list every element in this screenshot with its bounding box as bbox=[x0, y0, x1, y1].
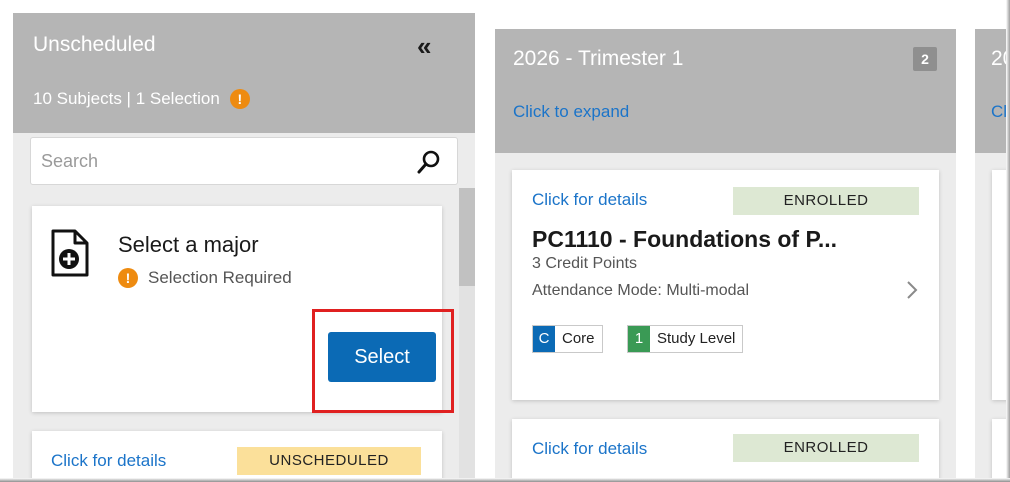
trimester-title: 2026 - Trimester 1 bbox=[513, 47, 684, 70]
enrolled-badge: ENROLLED bbox=[733, 434, 919, 462]
search-box bbox=[30, 137, 458, 185]
study-level-tag-code: 1 bbox=[628, 326, 650, 352]
subject-count-badge: 2 bbox=[913, 47, 937, 71]
trimester-column: 2026 - Trimester 1 2 Click to expand Cli… bbox=[495, 29, 956, 482]
frame-shadow-right bbox=[1006, 0, 1010, 482]
chevron-right-icon[interactable] bbox=[904, 278, 920, 302]
core-tag-label: Core bbox=[562, 330, 595, 347]
click-for-details-link[interactable]: Click for details bbox=[532, 190, 647, 210]
subject-card[interactable]: Click for details ENROLLED PC1110 - Foun… bbox=[512, 170, 939, 400]
study-level-tag-label: Study Level bbox=[657, 330, 736, 347]
core-tag-code: C bbox=[533, 326, 555, 352]
enrolled-badge: ENROLLED bbox=[733, 187, 919, 215]
select-major-card: Select a major ! Selection Required Sele… bbox=[32, 206, 454, 413]
selection-required-text: Selection Required bbox=[148, 268, 292, 287]
unscheduled-summary-text: 10 Subjects | 1 Selection bbox=[33, 89, 220, 108]
click-for-details-link[interactable]: Click for details bbox=[532, 439, 647, 459]
frame-shadow-bottom bbox=[0, 478, 1010, 482]
search-input[interactable] bbox=[31, 138, 401, 184]
unscheduled-column: Unscheduled « 10 Subjects | 1 Selection … bbox=[13, 13, 475, 478]
collapse-double-chevron-icon[interactable]: « bbox=[417, 31, 432, 62]
selection-required-status: ! Selection Required bbox=[118, 268, 292, 288]
warning-icon: ! bbox=[118, 268, 138, 288]
trimester-header: 2026 - Trimester 1 2 Click to expand bbox=[495, 29, 956, 153]
next-trimester-header: 20 Cl bbox=[975, 29, 1006, 153]
search-icon[interactable] bbox=[415, 148, 443, 176]
next-trimester-title: 20 bbox=[991, 47, 1006, 70]
click-for-details-link[interactable]: Click for details bbox=[51, 451, 166, 471]
core-tag: C Core bbox=[532, 325, 603, 353]
next-subject-card[interactable] bbox=[992, 170, 1006, 400]
unscheduled-subject-card: Click for details UNSCHEDULED bbox=[32, 431, 442, 478]
click-to-expand-link[interactable]: Click to expand bbox=[513, 102, 629, 122]
next-click-to-expand-link[interactable]: Cl bbox=[991, 102, 1006, 122]
document-plus-icon bbox=[51, 229, 89, 277]
warning-icon: ! bbox=[229, 89, 250, 109]
major-card-title: Select a major bbox=[118, 232, 259, 257]
credit-points: 3 Credit Points bbox=[532, 255, 637, 272]
attendance-mode: Attendance Mode: Multi-modal bbox=[532, 282, 749, 299]
select-major-button[interactable]: Select bbox=[328, 332, 436, 382]
subject-title: PC1110 - Foundations of P... bbox=[532, 226, 838, 252]
unscheduled-badge: UNSCHEDULED bbox=[237, 447, 421, 475]
next-subject-card[interactable] bbox=[992, 419, 1006, 482]
unscheduled-header: Unscheduled « 10 Subjects | 1 Selection … bbox=[13, 13, 475, 133]
unscheduled-summary: 10 Subjects | 1 Selection ! bbox=[33, 89, 250, 109]
next-trimester-column: 20 Cl bbox=[975, 29, 1006, 482]
study-level-tag: 1 Study Level bbox=[627, 325, 744, 353]
unscheduled-title: Unscheduled bbox=[33, 33, 156, 56]
subject-card[interactable]: Click for details ENROLLED bbox=[512, 419, 939, 482]
planner-board: Unscheduled « 10 Subjects | 1 Selection … bbox=[0, 0, 1010, 482]
scrollbar-thumb[interactable] bbox=[459, 188, 475, 286]
